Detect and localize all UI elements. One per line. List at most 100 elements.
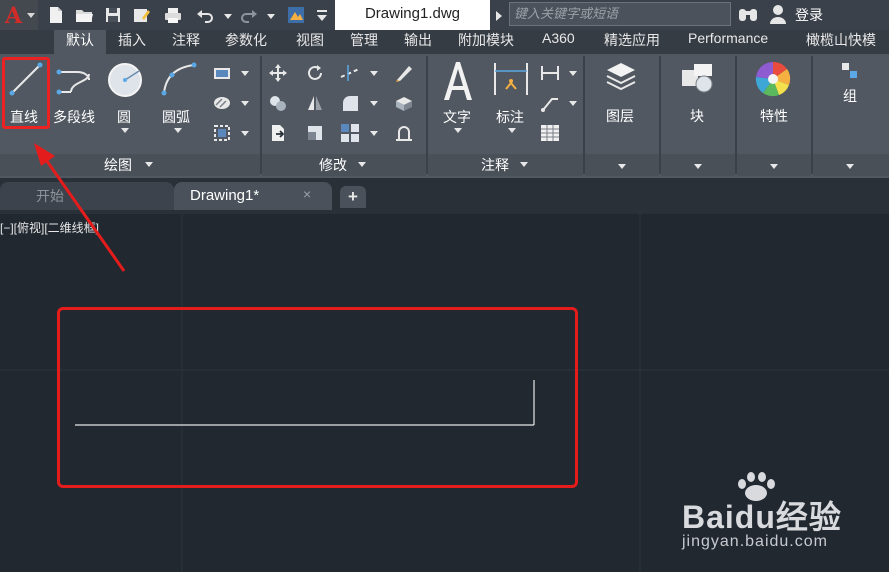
move-icon[interactable]	[268, 63, 288, 83]
table-icon[interactable]	[540, 123, 560, 143]
login-button[interactable]: 登录	[795, 5, 823, 25]
circle-tool-icon[interactable]	[106, 61, 144, 99]
start-tab[interactable]: 开始	[0, 182, 174, 210]
layers-label[interactable]: 图层	[606, 106, 634, 126]
group-icon[interactable]	[841, 62, 859, 80]
rotate-icon[interactable]	[305, 63, 325, 83]
explode-icon[interactable]	[394, 93, 414, 113]
hatch-dropdown-icon[interactable]	[241, 101, 249, 106]
tab-manage[interactable]: 管理	[350, 30, 378, 54]
drawn-lines-highlight	[57, 307, 578, 488]
draw-panel-title[interactable]: 绘图	[104, 155, 132, 175]
undo-icon[interactable]	[196, 6, 214, 24]
save-icon[interactable]	[104, 6, 122, 24]
linear-dim-dropdown-icon[interactable]	[569, 71, 577, 76]
tab-insert[interactable]: 插入	[118, 30, 146, 54]
erase-icon[interactable]	[394, 63, 414, 83]
tab-featured-apps[interactable]: 精选应用	[604, 30, 660, 54]
block-panel-expand-icon[interactable]	[694, 164, 702, 169]
panel-separator	[583, 56, 585, 174]
mirror-icon[interactable]	[305, 93, 325, 113]
scale-icon[interactable]	[305, 123, 325, 143]
fillet-dropdown-icon[interactable]	[370, 101, 378, 106]
text-tool-label[interactable]: 文字	[443, 107, 471, 127]
tab-home[interactable]: 默认	[54, 30, 106, 54]
plot-icon[interactable]	[164, 6, 182, 24]
tab-performance[interactable]: Performance	[688, 30, 768, 54]
search-input[interactable]: 键入关键字或短语	[509, 2, 731, 26]
block-label[interactable]: 块	[690, 106, 704, 126]
binoculars-icon[interactable]	[738, 6, 758, 22]
chevron-down-icon	[27, 13, 35, 18]
rectangle-icon[interactable]	[212, 63, 232, 83]
tab-addins[interactable]: 附加模块	[458, 30, 514, 54]
viewport-controls-label[interactable]: [−][俯视][二维线框]	[0, 219, 99, 236]
stretch-icon[interactable]	[268, 123, 288, 143]
autocad-logo-icon: A	[5, 3, 23, 29]
tab-view[interactable]: 视图	[296, 30, 324, 54]
annotation-panel-expand-icon[interactable]	[520, 162, 528, 167]
arc-tool-icon[interactable]	[160, 61, 198, 97]
panel-separator	[260, 56, 262, 174]
tab-olive-plugin[interactable]: 橄榄山快模	[806, 30, 876, 54]
groups-label[interactable]: 组	[843, 86, 857, 106]
annotation-panel-title[interactable]: 注释	[481, 155, 509, 175]
panel-separator	[426, 56, 428, 174]
drawing-tab-label: Drawing1*	[190, 187, 260, 204]
tab-a360[interactable]: A360	[542, 30, 575, 54]
rectangle-dropdown-icon[interactable]	[241, 71, 249, 76]
dimension-dropdown-icon[interactable]	[508, 128, 516, 133]
array-icon[interactable]	[340, 123, 360, 143]
workspace-icon[interactable]	[287, 6, 305, 24]
properties-color-wheel-icon[interactable]	[754, 60, 792, 98]
tab-annotate[interactable]: 注释	[172, 30, 200, 54]
properties-label[interactable]: 特性	[760, 106, 788, 126]
block-icon[interactable]	[680, 62, 716, 96]
watermark-brand: Baidu经验	[682, 499, 842, 535]
offset-icon[interactable]	[394, 123, 414, 143]
new-icon[interactable]	[47, 6, 65, 24]
circle-dropdown-icon[interactable]	[121, 128, 129, 133]
boundary-dropdown-icon[interactable]	[241, 131, 249, 136]
application-menu-button[interactable]: A	[0, 0, 38, 30]
chevron-right-icon[interactable]	[496, 11, 502, 21]
save-as-icon[interactable]	[132, 6, 150, 24]
line-tool-highlight	[2, 57, 50, 129]
boundary-icon[interactable]	[212, 123, 232, 143]
tab-output[interactable]: 输出	[404, 30, 432, 54]
dimension-tool-label[interactable]: 标注	[496, 107, 524, 127]
trim-dropdown-icon[interactable]	[370, 71, 378, 76]
hatch-icon[interactable]	[212, 93, 232, 113]
fillet-icon[interactable]	[340, 93, 360, 113]
modify-panel-title[interactable]: 修改	[319, 155, 347, 175]
new-tab-button[interactable]: +	[340, 186, 366, 208]
linear-dim-icon[interactable]	[540, 63, 560, 83]
groups-panel-expand-icon[interactable]	[846, 164, 854, 169]
trim-icon[interactable]	[340, 63, 360, 83]
undo-dropdown-icon[interactable]	[224, 14, 232, 19]
customize-icon[interactable]	[313, 6, 331, 24]
draw-panel-expand-icon[interactable]	[145, 162, 153, 167]
redo-icon[interactable]	[240, 6, 258, 24]
properties-panel-expand-icon[interactable]	[770, 164, 778, 169]
close-icon[interactable]: ×	[303, 186, 311, 202]
leader-dropdown-icon[interactable]	[569, 101, 577, 106]
redo-dropdown-icon[interactable]	[267, 14, 275, 19]
open-icon[interactable]	[75, 6, 93, 24]
layers-panel-expand-icon[interactable]	[618, 164, 626, 169]
polyline-tool-label[interactable]: 多段线	[53, 107, 95, 127]
polyline-tool-icon[interactable]	[56, 64, 94, 96]
copy-icon[interactable]	[268, 93, 288, 113]
dimension-tool-icon[interactable]	[492, 61, 530, 97]
modify-panel-expand-icon[interactable]	[358, 162, 366, 167]
text-dropdown-icon[interactable]	[454, 128, 462, 133]
tab-parametric[interactable]: 参数化	[225, 30, 267, 54]
arc-tool-label[interactable]: 圆弧	[162, 107, 190, 127]
circle-tool-label[interactable]: 圆	[117, 107, 131, 127]
array-dropdown-icon[interactable]	[370, 131, 378, 136]
arc-dropdown-icon[interactable]	[174, 128, 182, 133]
text-tool-icon[interactable]	[440, 60, 476, 102]
user-icon[interactable]	[769, 4, 787, 24]
layers-icon[interactable]	[604, 60, 638, 94]
leader-icon[interactable]	[540, 93, 560, 113]
